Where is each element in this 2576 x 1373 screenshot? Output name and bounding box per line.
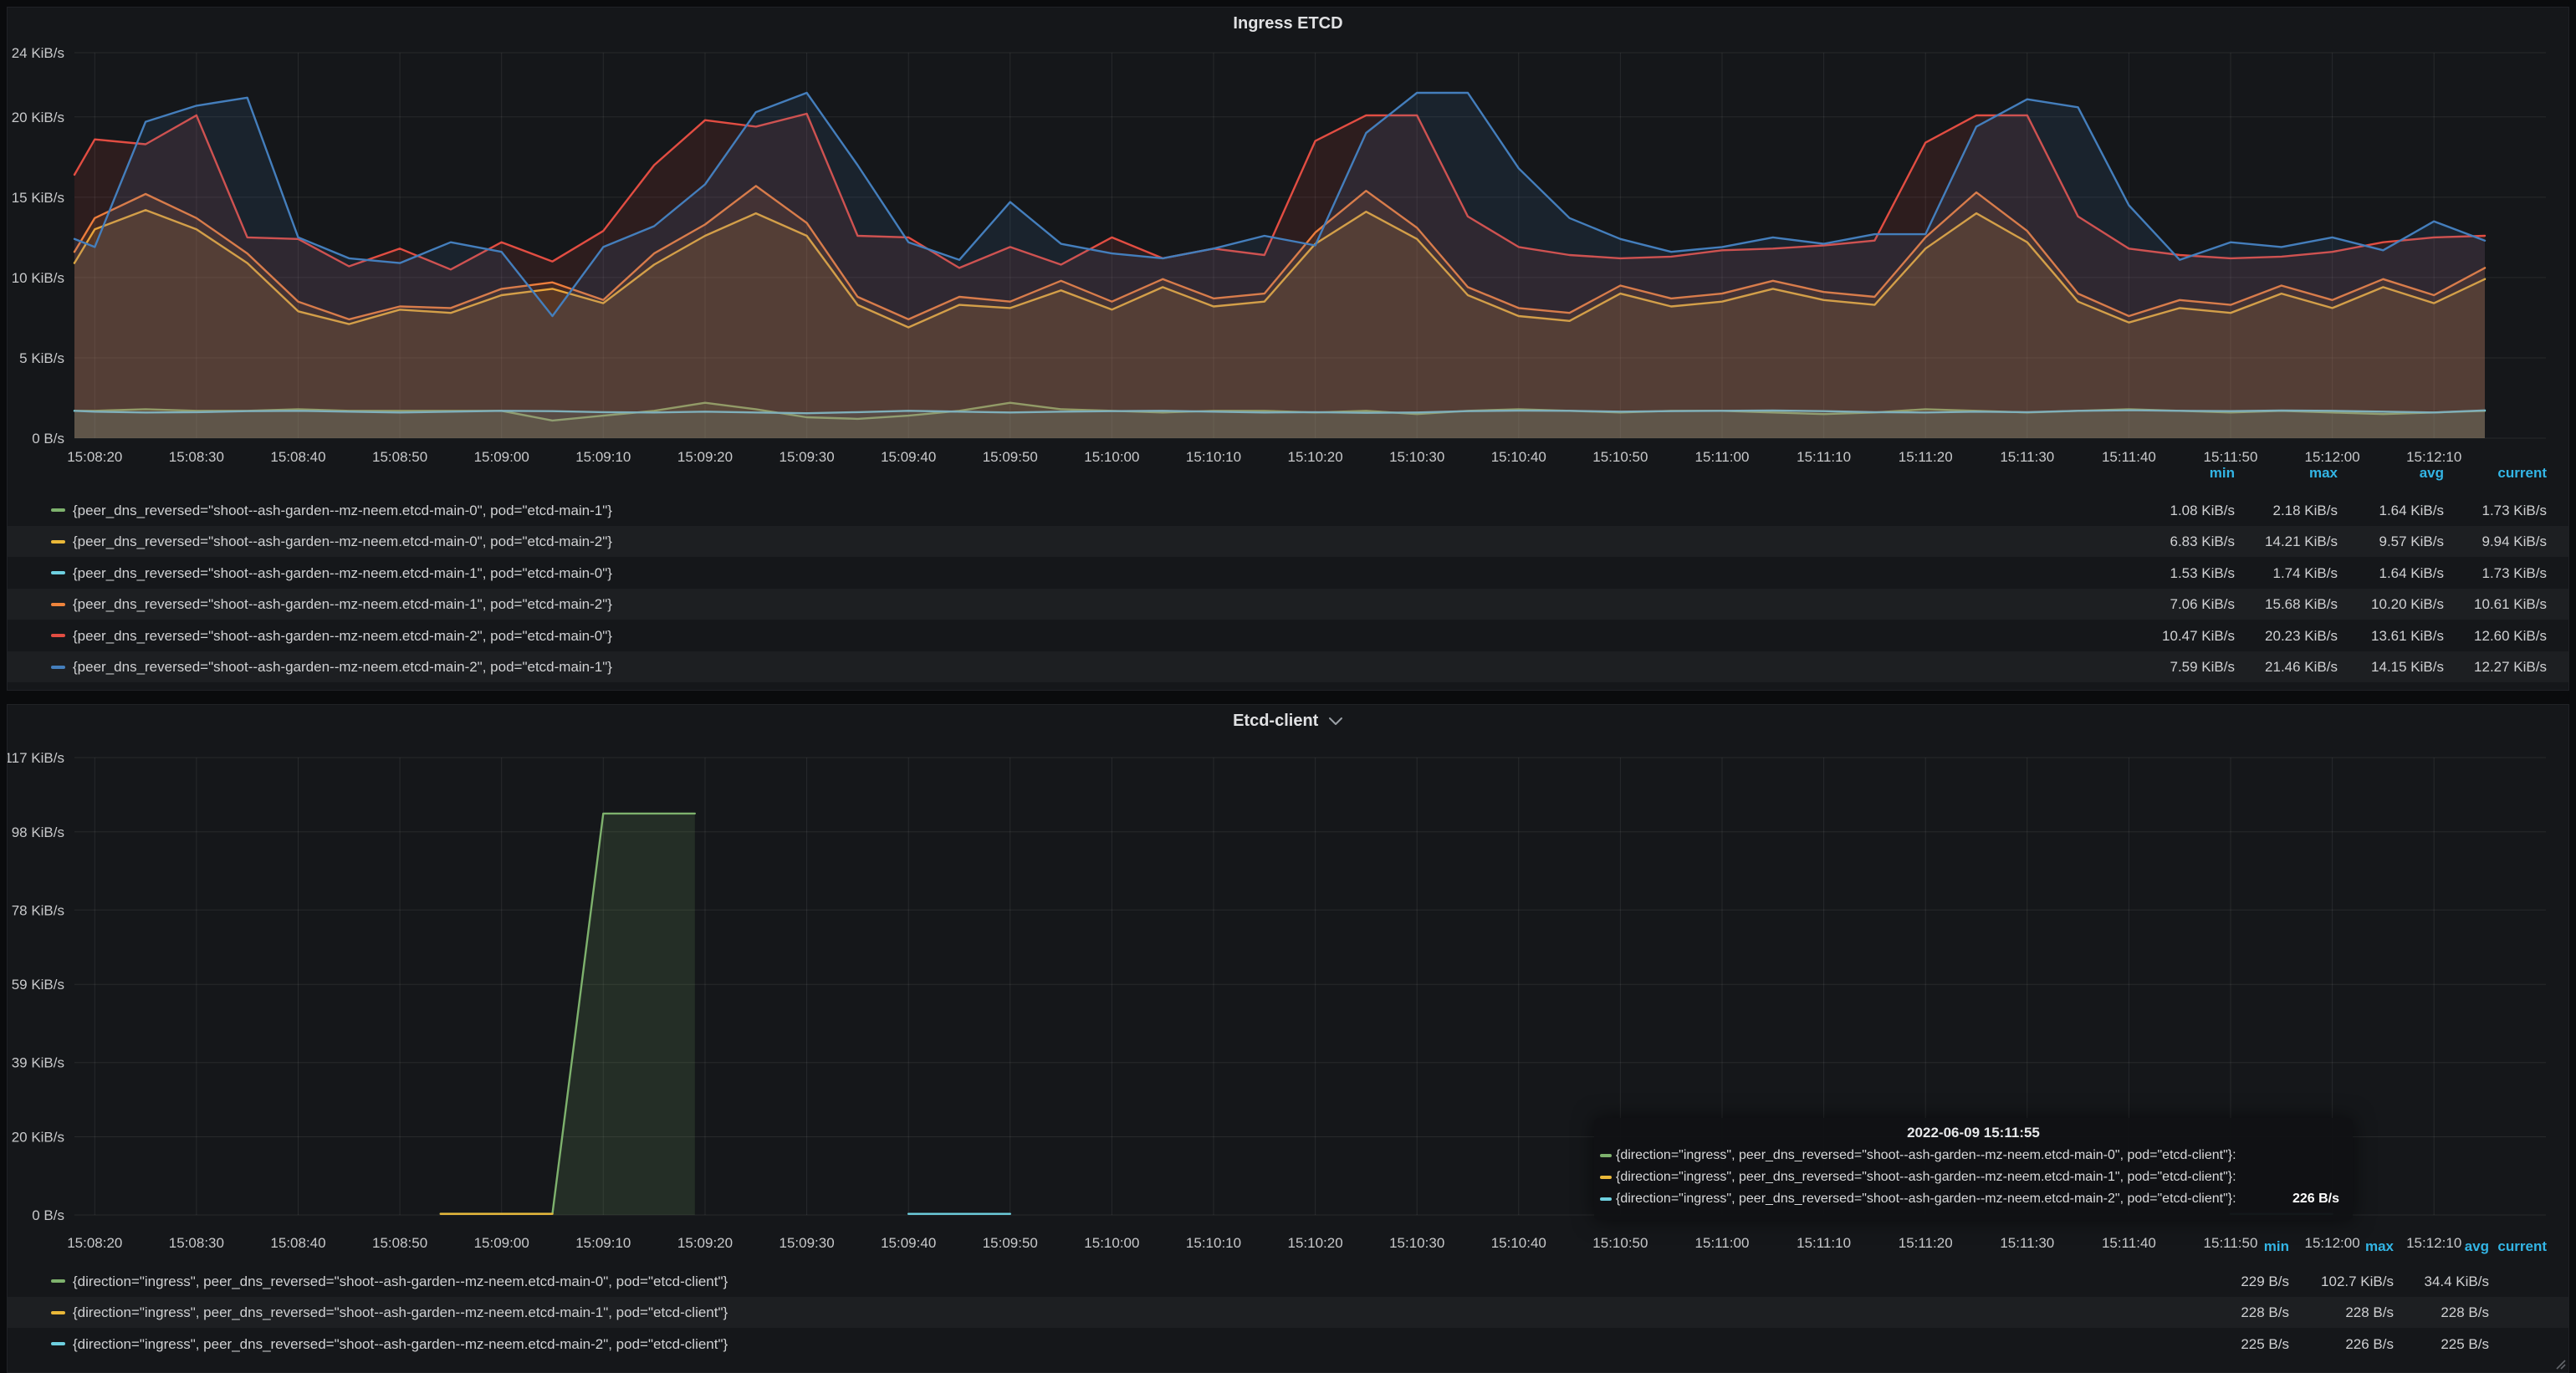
tooltip-series-label: {direction="ingress", peer_dns_reversed=…: [1616, 1148, 2236, 1162]
panel-etcd-client: Etcd-client 15:08:2015:08:3015:08:4015:0…: [7, 704, 2569, 1373]
series-color-swatch-icon: [51, 1279, 65, 1283]
tooltip-timestamp: 2022-06-09 15:11:55: [1594, 1118, 2353, 1141]
legend-stat-min: 225 B/s: [2241, 1329, 2289, 1360]
series-color-swatch-icon: [1600, 1154, 1612, 1157]
legend-stat-current: 12.27 KiB/s: [2474, 651, 2547, 682]
grafana-dashboard: { "panels": [ { "title": "Ingress ETCD",…: [0, 0, 2576, 1373]
chart-tooltip: 2022-06-09 15:11:55 {direction="ingress"…: [1594, 1118, 2353, 1220]
tooltip-series-label: {direction="ingress", peer_dns_reversed=…: [1616, 1170, 2236, 1184]
legend-stat-max: 2.18 KiB/s: [2273, 495, 2338, 526]
panel-title-ingress-etcd[interactable]: Ingress ETCD: [8, 14, 2568, 33]
legend-stat-current: 12.60 KiB/s: [2474, 620, 2547, 651]
legend-stat-avg: 9.57 KiB/s: [2379, 526, 2445, 557]
legend-table-etcd-client: min max avg current {direction="ingress", pe…: [8, 705, 2568, 1372]
panel-resize-handle[interactable]: [2553, 1357, 2566, 1370]
legend-stat-avg: 1.64 KiB/s: [2379, 495, 2445, 526]
series-color-swatch-icon: [1600, 1197, 1612, 1201]
legend-series-label[interactable]: {peer_dns_reversed="shoot--ash-garden--m…: [73, 651, 612, 682]
legend-stat-max: 226 B/s: [2345, 1329, 2394, 1360]
legend-stat-avg: 1.64 KiB/s: [2379, 558, 2445, 589]
legend-series-label[interactable]: {direction="ingress", peer_dns_reversed=…: [73, 1297, 728, 1328]
series-color-swatch-icon: [51, 666, 65, 669]
panel-title-etcd-client[interactable]: Etcd-client: [8, 712, 2568, 731]
tooltip-series-label: {direction="ingress", peer_dns_reversed=…: [1616, 1192, 2236, 1206]
legend-stat-current: 1.73 KiB/s: [2482, 495, 2548, 526]
legend-stat-min: 228 B/s: [2241, 1297, 2289, 1328]
tooltip-series-row: {direction="ingress", peer_dns_reversed=…: [1594, 1166, 2353, 1188]
series-color-swatch-icon: [51, 571, 65, 574]
legend-stat-min: 6.83 KiB/s: [2170, 526, 2236, 557]
legend-series-label[interactable]: {direction="ingress", peer_dns_reversed=…: [73, 1329, 728, 1360]
series-color-swatch-icon: [51, 603, 65, 606]
chevron-down-icon: [1328, 717, 1343, 727]
tooltip-series-row: {direction="ingress", peer_dns_reversed=…: [1594, 1145, 2353, 1166]
legend-stat-max: 14.21 KiB/s: [2265, 526, 2338, 557]
legend-series-label[interactable]: {peer_dns_reversed="shoot--ash-garden--m…: [73, 558, 612, 589]
tooltip-rows: {direction="ingress", peer_dns_reversed=…: [1594, 1145, 2353, 1210]
legend-stat-min: 1.08 KiB/s: [2170, 495, 2236, 526]
legend-stat-min: 7.06 KiB/s: [2170, 589, 2236, 620]
legend-header-max[interactable]: max: [2309, 465, 2338, 482]
legend-header-max[interactable]: max: [2365, 1238, 2394, 1255]
legend-stat-max: 21.46 KiB/s: [2265, 651, 2338, 682]
series-color-swatch-icon: [51, 634, 65, 637]
series-color-swatch-icon: [51, 1311, 65, 1314]
panel-title-text: Ingress ETCD: [1233, 14, 1342, 33]
legend-stat-min: 7.59 KiB/s: [2170, 651, 2236, 682]
legend-header-min[interactable]: min: [2264, 1238, 2289, 1255]
legend-stat-current: 10.61 KiB/s: [2474, 589, 2547, 620]
legend-header-avg[interactable]: avg: [2465, 1238, 2489, 1255]
series-color-swatch-icon: [51, 508, 65, 512]
legend-header-min[interactable]: min: [2210, 465, 2235, 482]
legend-stat-current: 9.94 KiB/s: [2482, 526, 2548, 557]
legend-stat-avg: 34.4 KiB/s: [2425, 1266, 2490, 1297]
series-color-swatch-icon: [1600, 1176, 1612, 1179]
legend-stat-min: 229 B/s: [2241, 1266, 2289, 1297]
legend-series-label[interactable]: {direction="ingress", peer_dns_reversed=…: [73, 1266, 728, 1297]
legend-series-label[interactable]: {peer_dns_reversed="shoot--ash-garden--m…: [73, 526, 612, 557]
legend-stat-max: 102.7 KiB/s: [2321, 1266, 2394, 1297]
legend-stat-avg: 228 B/s: [2441, 1297, 2489, 1328]
legend-table-ingress-etcd: min max avg current {peer_dns_reversed="shoo…: [8, 8, 2568, 690]
legend-stat-avg: 14.15 KiB/s: [2371, 651, 2444, 682]
legend-stat-max: 20.23 KiB/s: [2265, 620, 2338, 651]
series-color-swatch-icon: [51, 1342, 65, 1345]
legend-header-avg[interactable]: avg: [2420, 465, 2444, 482]
tooltip-series-value: 226 B/s: [2292, 1188, 2339, 1210]
legend-header-current[interactable]: current: [2497, 1238, 2547, 1255]
legend-stat-avg: 225 B/s: [2441, 1329, 2489, 1360]
legend-stat-avg: 10.20 KiB/s: [2371, 589, 2444, 620]
legend-stat-avg: 13.61 KiB/s: [2371, 620, 2444, 651]
series-color-swatch-icon: [51, 540, 65, 544]
legend-stat-max: 228 B/s: [2345, 1297, 2394, 1328]
legend-header-current[interactable]: current: [2497, 465, 2547, 482]
legend-stat-max: 1.74 KiB/s: [2273, 558, 2338, 589]
panel-title-text: Etcd-client: [1233, 712, 1318, 730]
tooltip-series-row: {direction="ingress", peer_dns_reversed=…: [1594, 1188, 2353, 1210]
legend-series-label[interactable]: {peer_dns_reversed="shoot--ash-garden--m…: [73, 620, 612, 651]
panel-ingress-etcd: Ingress ETCD 15:08:2015:08:3015:08:4015:…: [7, 7, 2569, 691]
legend-stat-max: 15.68 KiB/s: [2265, 589, 2338, 620]
legend-stat-min: 1.53 KiB/s: [2170, 558, 2236, 589]
legend-series-label[interactable]: {peer_dns_reversed="shoot--ash-garden--m…: [73, 589, 612, 620]
legend-series-label[interactable]: {peer_dns_reversed="shoot--ash-garden--m…: [73, 495, 612, 526]
legend-stat-current: 1.73 KiB/s: [2482, 558, 2548, 589]
legend-stat-min: 10.47 KiB/s: [2162, 620, 2235, 651]
